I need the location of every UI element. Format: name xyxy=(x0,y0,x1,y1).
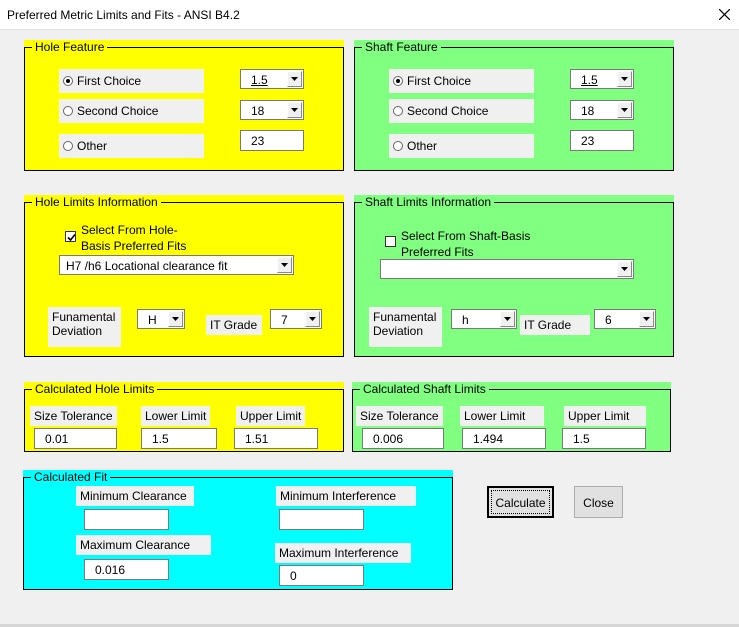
dropdown-arrow-icon[interactable] xyxy=(287,102,302,118)
radio-icon xyxy=(393,106,403,116)
close-button[interactable]: Close xyxy=(574,486,623,518)
shaft-second-choice-select[interactable]: 18 xyxy=(570,100,634,120)
hole-limits-info-legend: Hole Limits Information xyxy=(32,195,161,209)
max-clearance-value: 0.016 xyxy=(84,559,169,580)
radio-icon xyxy=(63,76,73,86)
hole-feature-frame: Hole Feature First Choice Second Choice … xyxy=(24,40,344,171)
max-interference-label: Maximum Interference xyxy=(275,543,411,563)
shaft-other-radio[interactable]: Other xyxy=(389,134,534,158)
radio-icon xyxy=(63,106,73,116)
hole-basis-checkbox[interactable] xyxy=(65,231,76,242)
shaft-size-tol-value: 0.006 xyxy=(362,428,444,449)
close-window-button[interactable] xyxy=(710,0,739,30)
hole-lower-limit-label: Lower Limit xyxy=(141,406,211,426)
close-icon xyxy=(719,9,730,20)
hole-basis-checkbox-label-2: Basis Preferred Fits xyxy=(81,239,187,253)
dropdown-arrow-icon[interactable] xyxy=(500,311,515,327)
shaft-fund-dev-label: Funamental Deviation xyxy=(369,307,442,347)
calc-fit-legend: Calculated Fit xyxy=(31,470,111,484)
hole-first-choice-radio[interactable]: First Choice xyxy=(59,69,204,93)
shaft-lower-limit-label: Lower Limit xyxy=(460,406,544,426)
shaft-it-grade-label: IT Grade xyxy=(520,315,590,335)
radio-icon xyxy=(63,141,73,151)
title-bar: Preferred Metric Limits and Fits - ANSI … xyxy=(0,0,739,30)
hole-fit-select[interactable]: H7 /h6 Locational clearance fit xyxy=(59,255,294,275)
shaft-fund-dev-select[interactable]: h xyxy=(451,309,517,329)
max-clearance-label: Maximum Clearance xyxy=(76,535,211,555)
calculate-button[interactable]: Calculate xyxy=(487,486,554,518)
shaft-basis-checkbox[interactable] xyxy=(385,236,396,247)
hole-first-choice-select[interactable]: 1.5 xyxy=(240,69,304,89)
dropdown-arrow-icon[interactable] xyxy=(617,71,632,87)
shaft-it-grade-select[interactable]: 6 xyxy=(594,309,656,329)
hole-limits-info-frame: Hole Limits Information Select From Hole… xyxy=(24,195,344,357)
radio-icon xyxy=(393,76,403,86)
shaft-feature-legend: Shaft Feature xyxy=(362,40,441,54)
hole-second-choice-radio[interactable]: Second Choice xyxy=(59,99,204,123)
hole-feature-legend: Hole Feature xyxy=(32,40,108,54)
min-interference-value xyxy=(279,509,364,530)
window-title: Preferred Metric Limits and Fits - ANSI … xyxy=(7,8,240,22)
dropdown-arrow-icon[interactable] xyxy=(617,261,632,277)
calc-hole-frame: Calculated Hole Limits Size Tolerance Lo… xyxy=(24,382,344,452)
hole-second-choice-select[interactable]: 18 xyxy=(240,100,304,120)
shaft-other-input[interactable]: 23 xyxy=(570,130,634,151)
radio-icon xyxy=(393,141,403,151)
hole-lower-limit-value: 1.5 xyxy=(141,428,217,449)
calc-hole-legend: Calculated Hole Limits xyxy=(32,382,158,396)
shaft-first-choice-radio[interactable]: First Choice xyxy=(389,69,534,93)
hole-it-grade-label: IT Grade xyxy=(206,315,262,335)
shaft-second-choice-radio[interactable]: Second Choice xyxy=(389,99,534,123)
hole-it-grade-select[interactable]: 7 xyxy=(270,309,322,329)
shaft-basis-checkbox-label-2: Preferred Fits xyxy=(401,245,474,259)
max-interference-value: 0 xyxy=(279,565,364,586)
hole-other-radio[interactable]: Other xyxy=(59,134,204,158)
checkmark-icon xyxy=(67,233,76,242)
hole-size-tol-label: Size Tolerance xyxy=(30,406,117,426)
shaft-basis-checkbox-label-1: Select From Shaft-Basis xyxy=(401,229,531,243)
shaft-lower-limit-value: 1.494 xyxy=(462,428,546,449)
hole-basis-checkbox-label-1: Select From Hole- xyxy=(81,223,178,237)
calc-shaft-frame: Calculated Shaft Limits Size Tolerance L… xyxy=(352,382,671,452)
hole-fund-dev-label: Funamental Deviation xyxy=(48,307,121,347)
shaft-size-tol-label: Size Tolerance xyxy=(356,406,443,426)
hole-upper-limit-value: 1.51 xyxy=(234,428,318,449)
min-clearance-label: Minimum Clearance xyxy=(76,486,194,506)
dropdown-arrow-icon[interactable] xyxy=(639,311,654,327)
shaft-fit-select[interactable] xyxy=(380,259,634,279)
dropdown-arrow-icon[interactable] xyxy=(168,311,183,327)
shaft-upper-limit-value: 1.5 xyxy=(562,428,646,449)
shaft-upper-limit-label: Upper Limit xyxy=(564,406,646,426)
shaft-first-choice-select[interactable]: 1.5 xyxy=(570,69,634,89)
shaft-limits-info-frame: Shaft Limits Information Select From Sha… xyxy=(354,195,674,357)
hole-other-input[interactable]: 23 xyxy=(240,130,304,151)
hole-upper-limit-label: Upper Limit xyxy=(236,406,306,426)
dropdown-arrow-icon[interactable] xyxy=(277,257,292,273)
shaft-limits-info-legend: Shaft Limits Information xyxy=(362,195,495,209)
min-interference-label: Minimum Interference xyxy=(276,486,416,506)
shaft-feature-frame: Shaft Feature First Choice Second Choice… xyxy=(354,40,674,171)
calc-shaft-legend: Calculated Shaft Limits xyxy=(360,382,489,396)
dropdown-arrow-icon[interactable] xyxy=(617,102,632,118)
min-clearance-value xyxy=(84,509,169,530)
hole-size-tol-value: 0.01 xyxy=(34,428,117,449)
calc-fit-frame: Calculated Fit Minimum Clearance Maximum… xyxy=(23,470,453,590)
dropdown-arrow-icon[interactable] xyxy=(287,71,302,87)
dropdown-arrow-icon[interactable] xyxy=(305,311,320,327)
hole-fund-dev-select[interactable]: H xyxy=(137,309,185,329)
